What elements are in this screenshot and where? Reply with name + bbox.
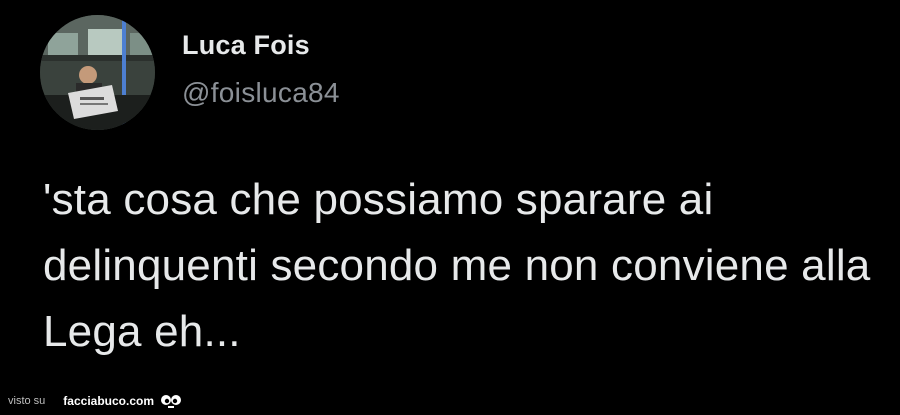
avatar-photo xyxy=(40,15,155,130)
tweet-card: Luca Fois @foisluca84 'sta cosa che poss… xyxy=(0,0,900,415)
watermark-prefix: visto su xyxy=(8,395,46,407)
googly-eyes-icon xyxy=(160,393,182,409)
user-handle[interactable]: @foisluca84 xyxy=(182,77,340,109)
watermark-site: facciabuco.com xyxy=(63,394,154,408)
avatar[interactable] xyxy=(40,15,155,130)
watermark: visto su facciabuco.com xyxy=(8,391,182,411)
display-name[interactable]: Luca Fois xyxy=(182,30,310,61)
tweet-text: 'sta cosa che possiamo sparare ai delinq… xyxy=(43,175,871,356)
